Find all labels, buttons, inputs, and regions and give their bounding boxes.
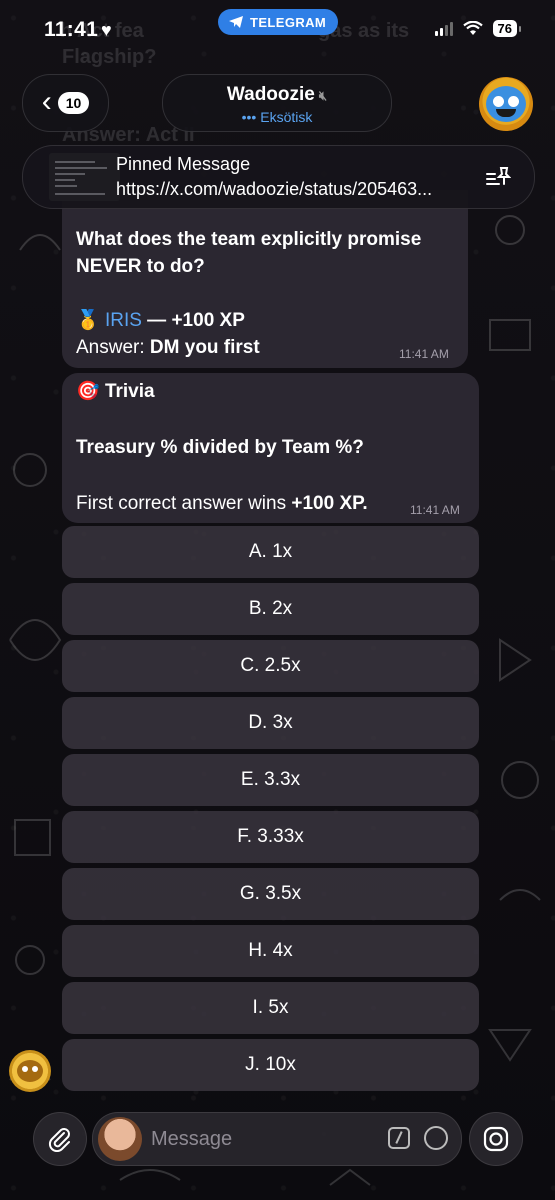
- pinned-thumbnail: [49, 153, 120, 201]
- telegram-pill-label: TELEGRAM: [250, 14, 327, 30]
- answer-option-button[interactable]: G. 3.5x: [62, 868, 479, 920]
- pinned-link: https://x.com/wadoozie/status/205463...: [116, 179, 433, 199]
- answer-option-button[interactable]: E. 3.3x: [62, 754, 479, 806]
- heart-icon: ♥: [101, 20, 112, 40]
- answer-label: Answer:: [76, 337, 150, 358]
- trivia-reward: +100 XP.: [291, 493, 368, 514]
- sender-avatar[interactable]: [9, 1050, 51, 1092]
- chat-title-button[interactable]: Wadoozie 🔇︎ ••• Eksötisk: [162, 74, 392, 132]
- group-avatar[interactable]: [479, 77, 533, 131]
- target-icon: 🎯: [76, 381, 100, 402]
- reward-text: — +100 XP: [141, 310, 245, 331]
- user-avatar[interactable]: [98, 1117, 142, 1161]
- unread-count-badge: 10: [57, 92, 90, 114]
- typing-dots-icon: •••: [241, 109, 257, 125]
- bot-command-icon[interactable]: [388, 1127, 410, 1149]
- chat-subtitle: Eksötisk: [260, 109, 313, 125]
- message-question-line: What does the team explicitly promise: [76, 229, 422, 250]
- message-bubble: What does the team explicitly promise NE…: [62, 190, 468, 368]
- back-button[interactable]: ‹ 10: [22, 74, 109, 132]
- pinned-title: Pinned Message: [116, 154, 251, 174]
- muted-icon: 🔇︎: [318, 88, 328, 103]
- answer-option-button[interactable]: B. 2x: [62, 583, 479, 635]
- answer-option-button[interactable]: A. 1x: [62, 526, 479, 578]
- telegram-return-pill[interactable]: TELEGRAM: [218, 9, 339, 35]
- answer-option-button[interactable]: F. 3.33x: [62, 811, 479, 863]
- pinned-message-bar[interactable]: Pinned Message https://x.com/wadoozie/st…: [22, 145, 535, 209]
- trivia-footer: First correct answer wins: [76, 493, 292, 514]
- chevron-left-icon: ‹: [41, 84, 52, 118]
- answer-option-button[interactable]: D. 3x: [62, 697, 479, 749]
- camera-icon: [483, 1126, 509, 1152]
- coin-face-icon: [17, 1060, 43, 1082]
- monster-avatar-icon: [486, 86, 526, 122]
- message-composer[interactable]: [92, 1112, 462, 1166]
- pinned-list-icon[interactable]: [485, 166, 511, 188]
- sticker-icon[interactable]: [424, 1126, 448, 1150]
- cellular-signal-icon: [434, 21, 453, 36]
- answer-option-button[interactable]: I. 5x: [62, 982, 479, 1034]
- chat-title: Wadoozie: [226, 84, 315, 105]
- message-timestamp: 11:41 AM: [410, 503, 460, 517]
- answer-value: DM you first: [149, 337, 260, 358]
- attach-button[interactable]: [33, 1112, 87, 1166]
- message-bubble: 🎯 Trivia Treasury % divided by Team %? F…: [62, 373, 479, 523]
- trivia-header: Trivia: [104, 381, 155, 402]
- winner-mention[interactable]: IRIS: [105, 310, 142, 331]
- answer-option-button[interactable]: C. 2.5x: [62, 640, 479, 692]
- medal-icon: 🥇: [76, 310, 100, 331]
- answer-option-button[interactable]: H. 4x: [62, 925, 479, 977]
- camera-button[interactable]: [469, 1112, 523, 1166]
- trivia-question: Treasury % divided by Team %?: [76, 437, 364, 458]
- answer-option-button[interactable]: J. 10x: [62, 1039, 479, 1091]
- battery-icon: 76: [492, 20, 522, 37]
- paper-plane-icon: [229, 16, 243, 28]
- clock: 11:41: [44, 18, 99, 41]
- message-timestamp: 11:41 AM: [399, 347, 449, 361]
- message-question-line: NEVER to do?: [76, 256, 205, 277]
- wifi-icon: [462, 21, 483, 35]
- status-bar: 11:41 ♥ TELEGRAM 76: [0, 0, 555, 60]
- paperclip-icon: [48, 1128, 70, 1152]
- message-input[interactable]: [149, 1125, 373, 1153]
